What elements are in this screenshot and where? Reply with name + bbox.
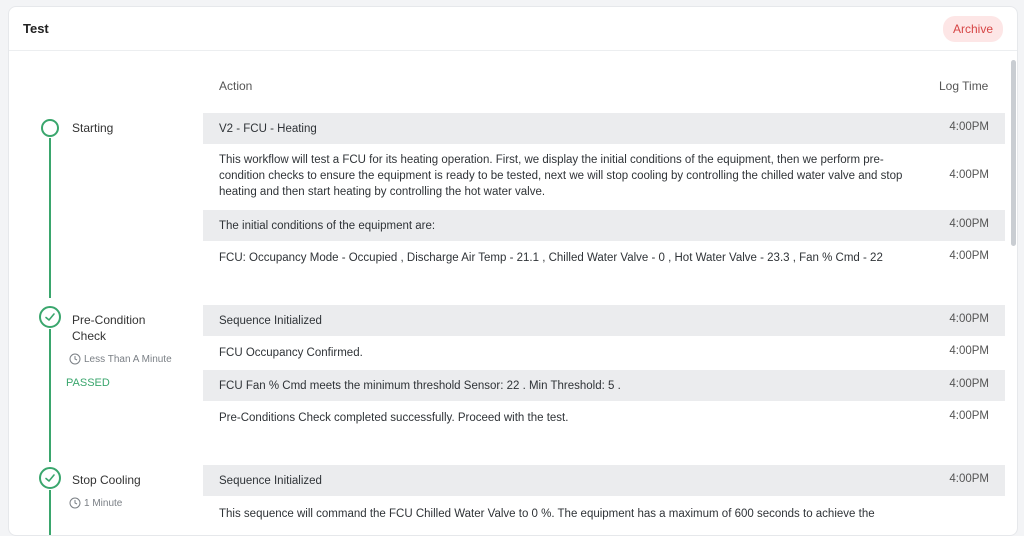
log-row-time: 4:00PM — [949, 121, 989, 133]
clock-icon — [69, 497, 81, 509]
log-row: FCU Fan % Cmd meets the minimum threshol… — [203, 370, 1005, 401]
log-row-text: The initial conditions of the equipment … — [219, 220, 436, 232]
step-duration-text: Less Than A Minute — [84, 353, 172, 365]
log-row-time: 4:00PM — [949, 313, 989, 325]
log-row: FCU Occupancy Confirmed. 4:00PM — [203, 337, 1005, 369]
step-pending-icon — [41, 119, 59, 137]
log-row-time: 4:00PM — [949, 473, 989, 485]
step-status-badge: PASSED — [66, 377, 110, 389]
column-header-action: Action — [219, 79, 253, 93]
check-icon — [39, 306, 61, 328]
log-body: Action Log Time Starting Pre-Condition C… — [9, 52, 1017, 535]
log-row-text: FCU Occupancy Confirmed. — [219, 347, 363, 359]
log-row: Pre-Conditions Check completed successfu… — [203, 402, 1005, 434]
log-row: This sequence will command the FCU Chill… — [203, 496, 1005, 535]
timeline-connector — [49, 138, 51, 298]
log-row-time: 4:00PM — [949, 378, 989, 390]
column-header-log-time: Log Time — [939, 79, 989, 93]
step-label-starting: Starting — [72, 121, 114, 135]
check-icon — [39, 467, 61, 489]
log-row-text: FCU: Occupancy Mode - Occupied , Dischar… — [219, 252, 883, 264]
clock-icon — [69, 353, 81, 365]
scrollbar-thumb[interactable] — [1011, 60, 1016, 246]
log-row-time: 4:00PM — [949, 169, 989, 181]
card-header: Test Archive — [9, 7, 1017, 51]
step-label-stop-cooling: Stop Cooling — [72, 473, 141, 487]
log-row: This workflow will test a FCU for its he… — [203, 144, 1005, 210]
log-row-text: Sequence Initialized — [219, 475, 322, 487]
log-row-text: Sequence Initialized — [219, 315, 322, 327]
log-row-time: 4:00PM — [949, 218, 989, 230]
timeline-connector — [49, 329, 51, 462]
log-row-text: FCU Fan % Cmd meets the minimum threshol… — [219, 380, 621, 392]
log-row-time: 4:00PM — [949, 410, 989, 422]
log-row: Sequence Initialized 4:00PM — [203, 305, 1005, 336]
step-label-pre-condition-check: Pre-Condition Check — [72, 313, 146, 343]
log-row-text: V2 - FCU - Heating — [219, 123, 317, 135]
log-row-text: Pre-Conditions Check completed successfu… — [219, 412, 569, 424]
step-duration: 1 Minute — [69, 497, 122, 509]
log-row-time: 4:00PM — [949, 250, 989, 262]
archive-button[interactable]: Archive — [942, 15, 1003, 42]
log-row-time: 4:00PM — [949, 345, 989, 357]
log-row-text: This workflow will test a FCU for its he… — [219, 154, 903, 198]
log-row: Sequence Initialized 4:00PM — [203, 465, 1005, 496]
log-row: FCU: Occupancy Mode - Occupied , Dischar… — [203, 241, 1005, 274]
log-row: The initial conditions of the equipment … — [203, 210, 1005, 241]
scrollbar[interactable] — [1009, 56, 1017, 535]
test-card: Test Archive Action Log Time Starting Pr… — [8, 6, 1018, 536]
step-duration: Less Than A Minute — [69, 353, 172, 365]
log-row: V2 - FCU - Heating 4:00PM — [203, 113, 1005, 144]
card-title: Test — [23, 21, 49, 36]
timeline-connector — [49, 490, 51, 535]
step-duration-text: 1 Minute — [84, 497, 123, 509]
